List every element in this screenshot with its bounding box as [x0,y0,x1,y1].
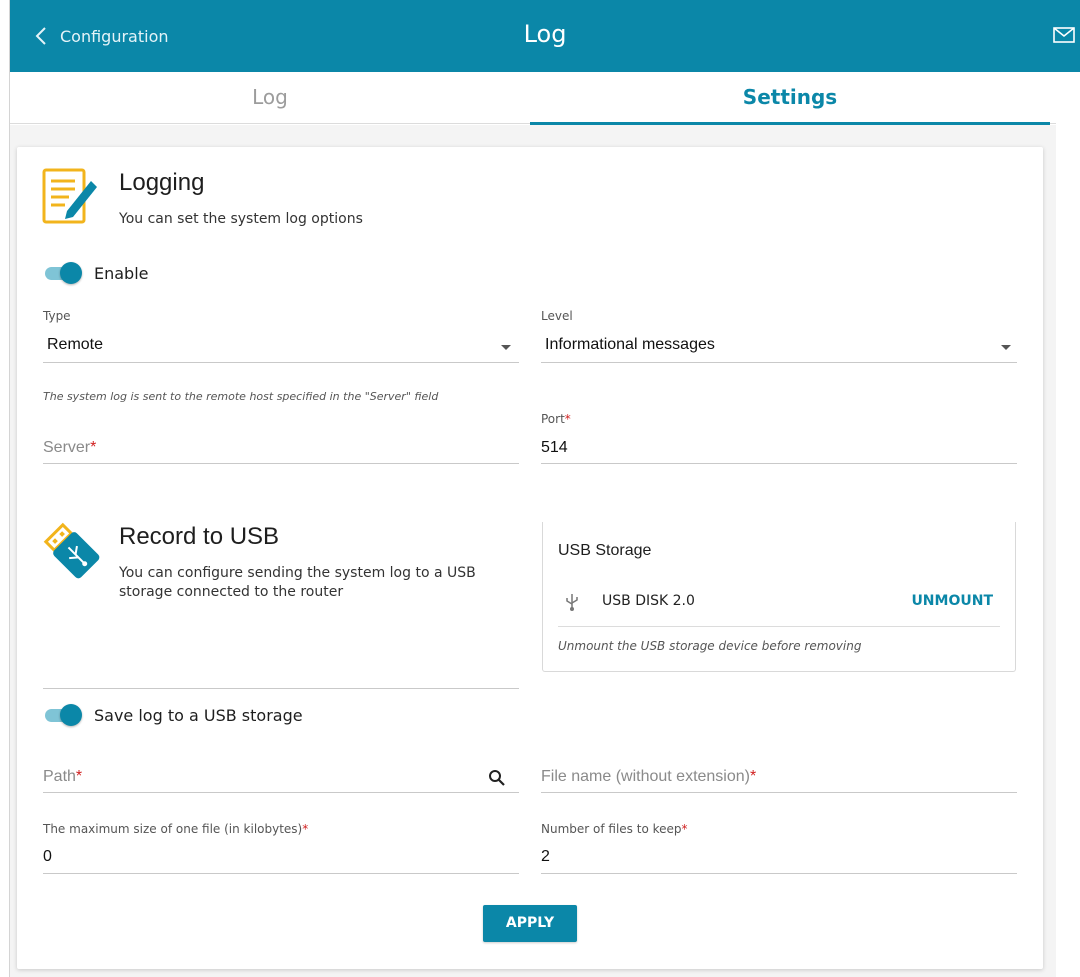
filename-placeholder: File name (without extension) [541,768,750,785]
level-select[interactable]: Informational messages [541,327,1017,363]
logging-description: You can set the system log options [119,211,363,227]
search-icon[interactable] [488,769,506,787]
unmount-button[interactable]: UNMOUNT [911,593,993,609]
files-keep-input[interactable]: 2 [541,840,1017,874]
divider [558,626,1000,627]
enable-label: Enable [94,264,149,283]
level-label: Level [541,309,573,323]
server-input[interactable]: Server* [43,430,519,464]
page: Configuration Log Log Settings Logging Y… [0,0,1080,977]
usb-icon [566,594,578,611]
usb-storage-panel: USB Storage USB DISK 2.0 UNMOUNT Unmount… [542,522,1016,672]
required-mark: * [75,768,83,785]
type-value: Remote [47,336,104,353]
usb-title: Record to USB [119,523,280,550]
header-bar: Configuration Log [10,0,1080,72]
max-size-input[interactable]: 0 [43,840,519,874]
usb-description: You can configure sending the system log… [119,565,476,600]
divider [43,688,519,689]
port-input[interactable]: 514 [541,430,1017,464]
files-keep-label: Number of files to keep [541,822,682,836]
mail-icon[interactable] [1052,24,1076,46]
filename-input[interactable]: File name (without extension)* [541,759,1017,793]
tab-log[interactable]: Log [10,72,530,124]
tab-bar: Log Settings [10,72,1056,125]
required-mark: * [749,768,757,785]
required-mark: * [681,822,688,836]
enable-toggle[interactable] [43,262,83,284]
path-input[interactable]: Path* [43,759,519,793]
type-select[interactable]: Remote [43,327,519,363]
required-mark: * [90,439,97,456]
settings-card: Logging You can set the system log optio… [17,147,1043,969]
unmount-hint: Unmount the USB storage device before re… [558,639,862,653]
type-hint: The system log is sent to the remote hos… [43,390,439,403]
logging-title: Logging [119,169,205,196]
type-label: Type [43,309,71,323]
usb-storage-title: USB Storage [558,542,652,559]
tab-settings[interactable]: Settings [530,72,1050,125]
chevron-down-icon [501,345,511,350]
save-usb-label: Save log to a USB storage [94,706,303,725]
save-usb-toggle[interactable] [43,704,83,726]
path-placeholder: Path [43,768,76,785]
port-value: 514 [541,439,568,456]
notepad-pencil-icon [42,168,97,224]
required-mark: * [302,822,309,836]
port-label: Port [541,412,565,426]
files-keep-value: 2 [541,848,550,865]
max-size-label: The maximum size of one file (in kilobyt… [43,822,303,836]
level-value: Informational messages [545,336,715,353]
page-title: Log [523,20,567,48]
apply-button[interactable]: APPLY [483,905,577,942]
chevron-down-icon [1001,345,1011,350]
server-placeholder: Server [43,439,91,456]
usb-stick-icon [43,522,100,579]
usb-device-name: USB DISK 2.0 [602,593,695,609]
required-mark: * [564,412,571,426]
max-size-value: 0 [43,848,52,865]
